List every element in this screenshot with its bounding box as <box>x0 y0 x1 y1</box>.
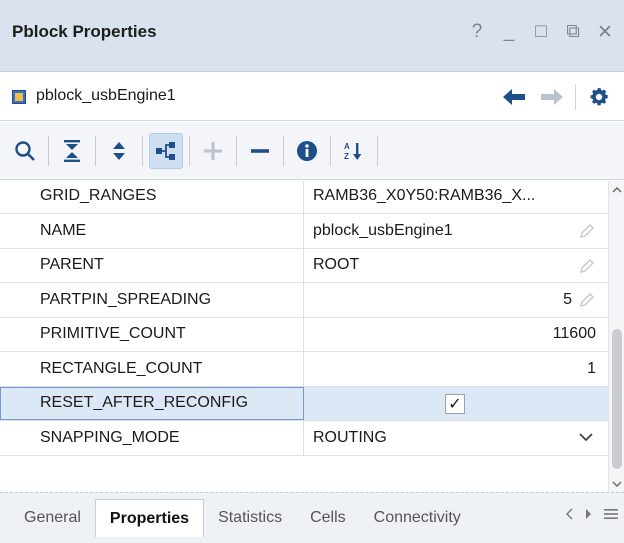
toolbar-separator <box>142 135 143 166</box>
pencil-icon[interactable] <box>578 291 596 309</box>
property-value-text: ROOT <box>313 256 360 274</box>
property-value[interactable]: ROOT <box>305 249 608 283</box>
property-value[interactable]: 1 <box>305 352 608 386</box>
search-icon <box>15 140 35 161</box>
collapse-all-button[interactable] <box>55 133 89 169</box>
property-value[interactable]: ✓ <box>305 387 608 421</box>
pblock-icon <box>12 90 26 104</box>
table-row[interactable]: SNAPPING_MODE ROUTING <box>0 421 608 456</box>
property-grid: GRID_RANGES RAMB36_X0Y50:RAMB36_X... NAM… <box>0 181 608 492</box>
tab-statistics[interactable]: Statistics <box>204 499 296 537</box>
svg-text:Z: Z <box>344 152 349 161</box>
property-value-text: ROUTING <box>313 428 387 446</box>
tab-nav <box>564 507 618 521</box>
property-value[interactable]: 11600 <box>305 318 608 352</box>
group-button[interactable] <box>149 132 183 169</box>
property-key: RECTANGLE_COUNT <box>0 352 304 386</box>
settings-button[interactable] <box>584 83 614 111</box>
property-key: NAME <box>0 214 304 248</box>
tab-scroll-left-icon[interactable] <box>564 507 574 521</box>
group-icon <box>156 141 175 160</box>
pencil-icon[interactable] <box>578 257 596 275</box>
remove-button[interactable] <box>243 133 277 169</box>
properties-toolbar: AZ <box>0 122 624 180</box>
tab-list-icon[interactable] <box>604 507 618 521</box>
scroll-down-icon[interactable] <box>611 477 623 491</box>
property-key: GRID_RANGES <box>0 181 304 213</box>
property-value-text: pblock_usbEngine1 <box>313 221 453 239</box>
expand-all-button[interactable] <box>102 133 136 169</box>
property-value[interactable]: 5 <box>305 283 608 317</box>
table-row[interactable]: PRIMITIVE_COUNT 11600 <box>0 317 608 352</box>
info-button[interactable] <box>290 133 324 169</box>
help-icon[interactable]: ? <box>466 20 488 44</box>
panel-title: Pblock Properties <box>12 22 157 41</box>
toolbar-separator <box>48 135 49 166</box>
toolbar-separator <box>283 135 284 166</box>
table-row[interactable]: PARENT ROOT <box>0 248 608 283</box>
vertical-scrollbar[interactable] <box>608 181 624 492</box>
property-key: SNAPPING_MODE <box>0 421 304 455</box>
toolbar-separator <box>377 135 378 166</box>
property-value-text: 5 <box>563 290 572 308</box>
sort-button[interactable]: AZ <box>337 133 371 169</box>
close-icon[interactable]: ✕ <box>594 20 616 44</box>
property-value[interactable]: pblock_usbEngine1 <box>305 214 608 248</box>
tab-scroll-right-icon[interactable] <box>584 507 594 521</box>
gear-icon <box>590 88 608 106</box>
collapse-all-icon <box>64 139 80 162</box>
property-key: PRIMITIVE_COUNT <box>0 317 304 351</box>
add-icon <box>204 141 222 160</box>
back-button[interactable] <box>499 83 529 111</box>
property-value[interactable]: RAMB36_X0Y50:RAMB36_X... <box>305 181 608 213</box>
pencil-icon[interactable] <box>578 222 596 240</box>
minimize-icon[interactable]: _ <box>498 20 520 44</box>
tab-general[interactable]: General <box>10 499 95 537</box>
tab-properties[interactable]: Properties <box>94 499 205 537</box>
tab-cells[interactable]: Cells <box>296 499 360 537</box>
scroll-up-icon[interactable] <box>611 183 623 197</box>
property-key: RESET_AFTER_RECONFIG <box>0 386 304 420</box>
table-row[interactable]: GRID_RANGES RAMB36_X0Y50:RAMB36_X... <box>0 181 608 214</box>
svg-text:A: A <box>344 142 350 151</box>
nav-separator <box>575 84 576 110</box>
add-button[interactable] <box>196 133 230 169</box>
maximize-icon[interactable]: □ <box>530 20 552 44</box>
chevron-down-icon[interactable] <box>578 427 594 447</box>
scrollbar-thumb[interactable] <box>612 329 622 469</box>
sort-icon: AZ <box>344 142 362 161</box>
table-row[interactable]: PARTPIN_SPREADING 5 <box>0 283 608 318</box>
properties-tabs: General Properties Statistics Cells Conn… <box>0 492 624 543</box>
expand-all-icon <box>113 141 125 160</box>
window-controls: ? _ □ ⧉ ✕ <box>466 20 616 44</box>
forward-button[interactable] <box>537 83 567 111</box>
snapping-mode-select[interactable]: ROUTING <box>305 421 608 455</box>
search-button[interactable] <box>8 133 42 169</box>
toolbar-separator <box>189 135 190 166</box>
tab-connectivity[interactable]: Connectivity <box>360 499 475 537</box>
property-key: PARTPIN_SPREADING <box>0 283 304 317</box>
property-key: PARENT <box>0 248 304 282</box>
object-nav <box>499 83 614 111</box>
panel-titlebar: Pblock Properties ? _ □ ⧉ ✕ <box>0 0 624 72</box>
toolbar-separator <box>236 135 237 166</box>
arrow-left-icon <box>503 89 525 105</box>
info-icon <box>297 140 317 161</box>
object-bar: pblock_usbEngine1 <box>0 73 624 121</box>
object-name: pblock_usbEngine1 <box>36 87 176 104</box>
table-row[interactable]: RECTANGLE_COUNT 1 <box>0 352 608 387</box>
table-row-selected[interactable]: RESET_AFTER_RECONFIG ✓ <box>0 386 608 421</box>
toolbar-separator <box>330 135 331 166</box>
table-row[interactable]: NAME pblock_usbEngine1 <box>0 214 608 249</box>
remove-icon <box>251 148 269 153</box>
arrow-right-icon <box>541 89 563 105</box>
toolbar-separator <box>95 135 96 166</box>
float-icon[interactable]: ⧉ <box>562 20 584 44</box>
reset-after-reconfig-checkbox[interactable]: ✓ <box>445 393 465 414</box>
